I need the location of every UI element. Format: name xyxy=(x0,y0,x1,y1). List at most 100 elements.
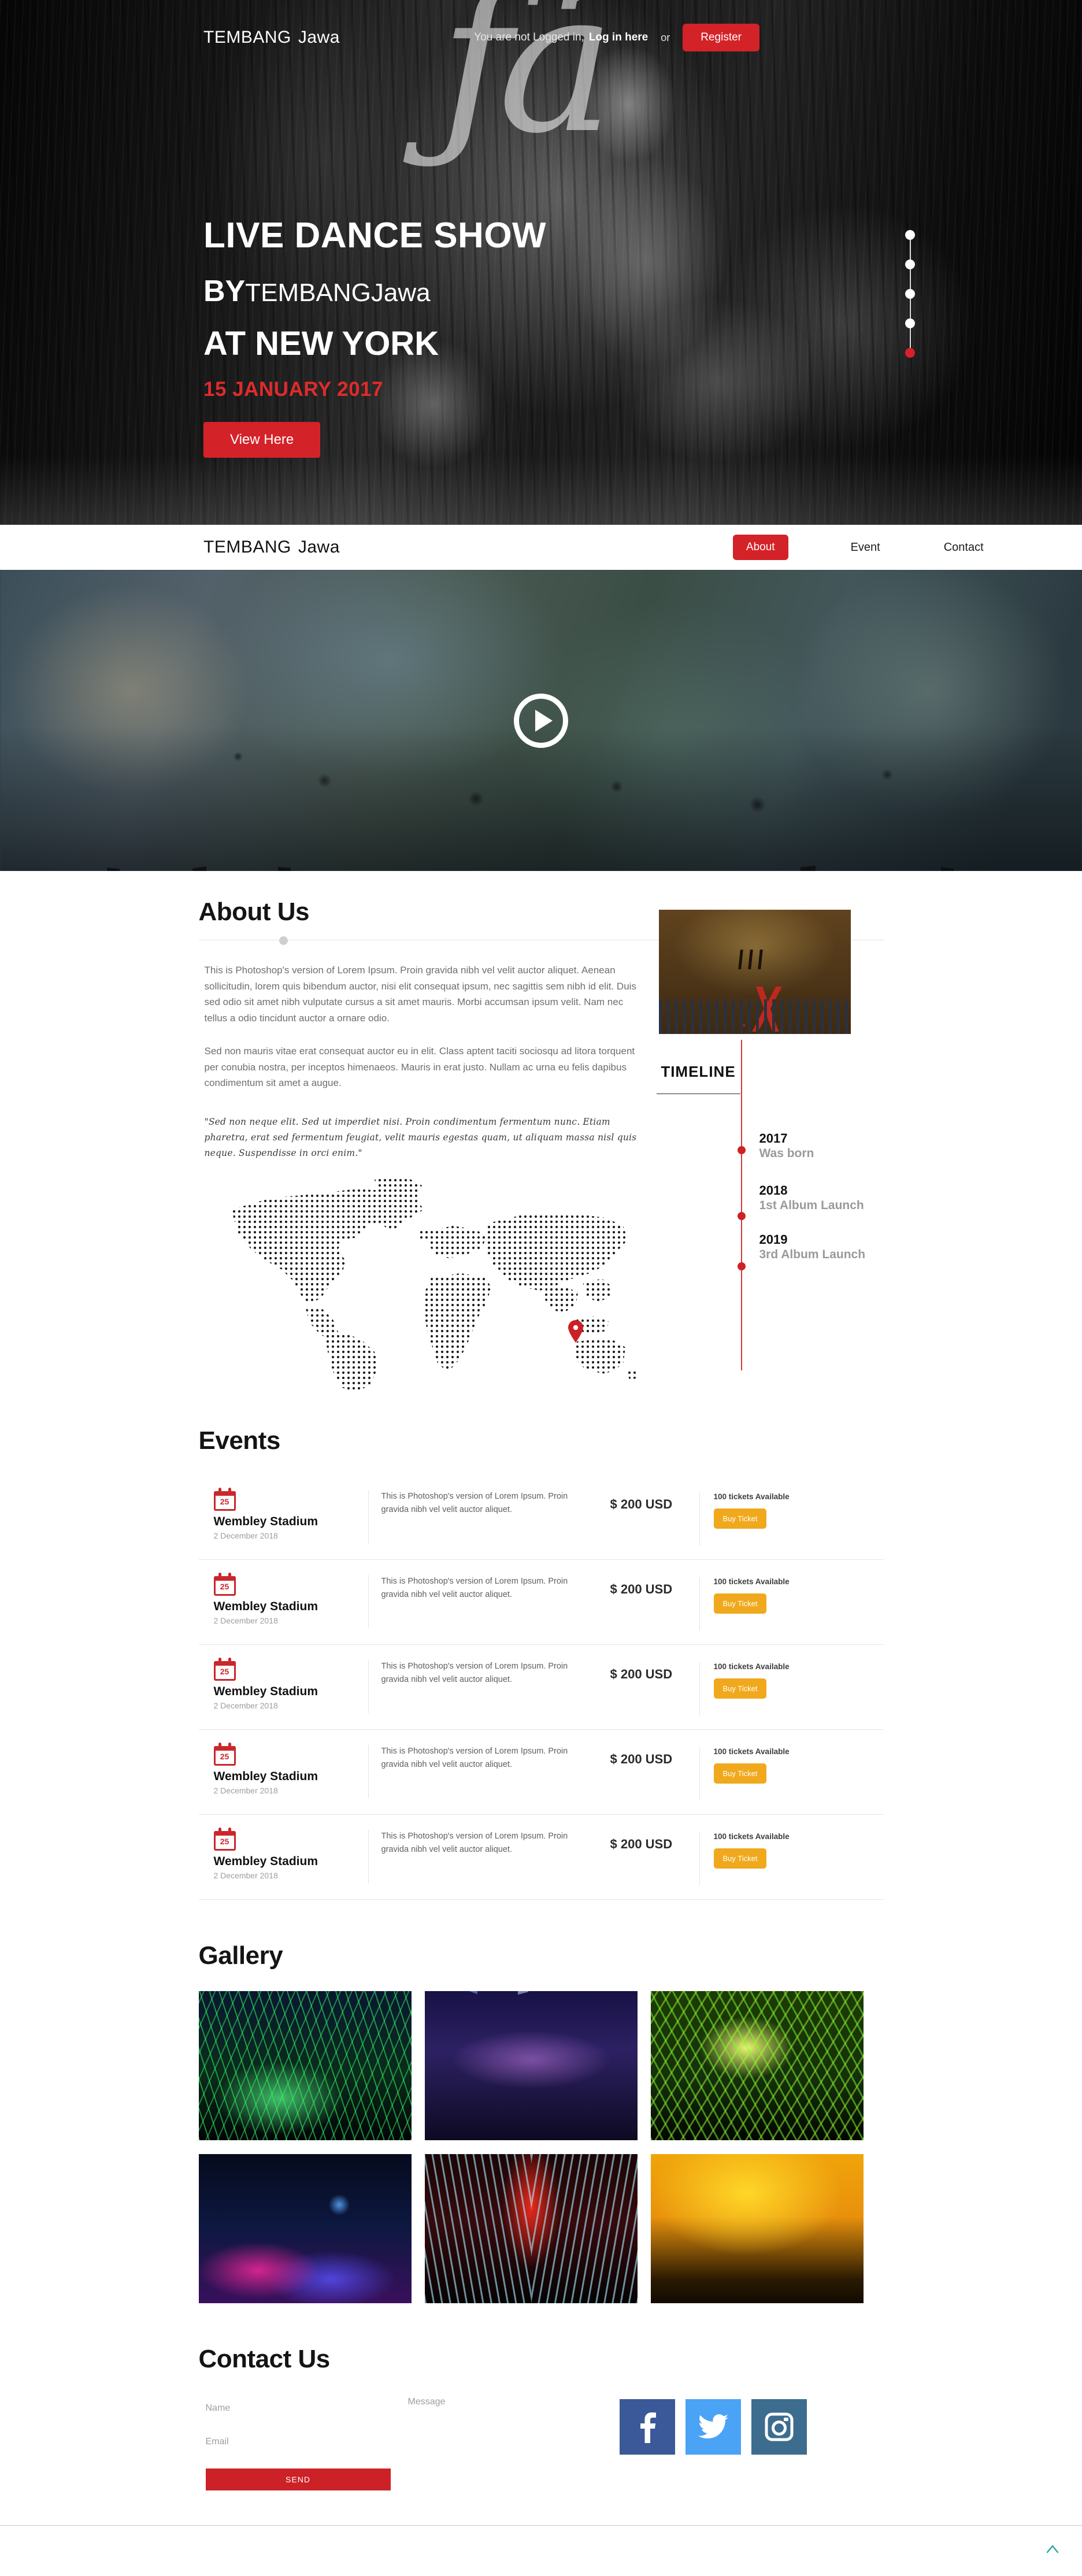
hero-slider-dots[interactable] xyxy=(905,230,915,358)
hero-date: 15 JANUARY 2017 xyxy=(203,378,383,401)
gallery-item[interactable] xyxy=(424,2154,638,2304)
slider-dot-4[interactable] xyxy=(905,318,915,328)
hero-location: AT NEW YORK xyxy=(203,325,439,363)
calendar-day-number: 25 xyxy=(220,1837,229,1847)
event-tickets-cell: 100 tickets Available Buy Ticket xyxy=(699,1662,790,1716)
social-links xyxy=(619,2397,807,2490)
timeline-bullet-2018 xyxy=(737,1211,746,1220)
email-input[interactable] xyxy=(205,2430,385,2454)
timeline-label: 1st Album Launch xyxy=(759,1198,864,1212)
buy-ticket-button[interactable]: Buy Ticket xyxy=(713,1508,767,1529)
scroll-to-top-icon[interactable] xyxy=(1045,2542,1060,2557)
gallery-item[interactable] xyxy=(650,1991,864,2141)
facebook-icon xyxy=(640,2412,656,2444)
register-button[interactable]: Register xyxy=(683,24,759,51)
event-description: This is Photoshop's version of Lorem Ips… xyxy=(368,1575,596,1629)
event-row: 25 Wembley Stadium 2 December 2018 This … xyxy=(198,1730,884,1815)
calendar-icon: 25 xyxy=(213,1573,236,1596)
calendar-topband-icon xyxy=(213,1576,236,1581)
slider-dot-2[interactable] xyxy=(905,260,915,269)
contact-form-right xyxy=(394,2397,593,2490)
contact-section: Contact Us SEND xyxy=(199,2303,884,2525)
buy-ticket-button[interactable]: Buy Ticket xyxy=(713,1763,767,1784)
hero-by-brand: TEMBANG xyxy=(245,279,371,307)
gallery-item[interactable] xyxy=(198,2154,412,2304)
play-button-icon[interactable] xyxy=(514,693,568,748)
gallery-grid xyxy=(198,1991,884,2304)
gallery-item[interactable] xyxy=(198,1991,412,2141)
timeline-label: 3rd Album Launch xyxy=(759,1248,866,1262)
timeline-year: 2017 xyxy=(759,1131,788,1146)
event-tickets-cell: 100 tickets Available Buy Ticket xyxy=(699,1747,790,1801)
login-link[interactable]: Log in here xyxy=(589,31,648,44)
calendar-icon: 25 xyxy=(213,1743,236,1766)
event-description: This is Photoshop's version of Lorem Ips… xyxy=(368,1490,596,1544)
buy-ticket-button[interactable]: Buy Ticket xyxy=(713,1593,767,1614)
event-row: 25 Wembley Stadium 2 December 2018 This … xyxy=(198,1815,884,1900)
main-navbar: TEMBANG Jawa About Event Contact xyxy=(0,525,1082,570)
event-tickets-cell: 100 tickets Available Buy Ticket xyxy=(699,1492,790,1546)
timeline-bullet-2017 xyxy=(737,1146,746,1154)
about-section: About Us This is Photoshop's version of … xyxy=(198,871,884,1396)
send-button[interactable]: SEND xyxy=(205,2468,391,2491)
slider-dot-5[interactable] xyxy=(905,348,915,358)
page-content: About Us This is Photoshop's version of … xyxy=(0,871,1082,2526)
hero-copy: LIVE DANCE SHOW BYTEMBANGJawa AT NEW YOR… xyxy=(203,217,546,458)
event-venue-cell: 25 Wembley Stadium 2 December 2018 xyxy=(199,1828,368,1880)
gallery-section: Gallery xyxy=(198,1900,884,2304)
event-date: 2 December 2018 xyxy=(213,1531,278,1541)
facebook-link[interactable] xyxy=(619,2399,675,2455)
calendar-icon: 25 xyxy=(213,1658,236,1681)
event-row: 25 Wembley Stadium 2 December 2018 This … xyxy=(198,1475,884,1561)
navbar-brand-primary: TEMBANG xyxy=(203,538,291,557)
wall-bars-decoration xyxy=(738,949,767,969)
navbar-brand-logo[interactable]: TEMBANG Jawa xyxy=(203,538,340,557)
gallery-item[interactable] xyxy=(650,2154,864,2304)
event-description: This is Photoshop's version of Lorem Ips… xyxy=(368,1745,596,1799)
event-venue-cell: 25 Wembley Stadium 2 December 2018 xyxy=(199,1488,368,1540)
instagram-icon xyxy=(765,2412,793,2441)
video-banner xyxy=(0,570,1082,871)
event-row: 25 Wembley Stadium 2 December 2018 This … xyxy=(198,1645,884,1730)
slider-dot-3[interactable] xyxy=(905,289,915,299)
slider-connector-4 xyxy=(909,328,911,348)
event-venue-name: Wembley Stadium xyxy=(213,1685,318,1699)
instagram-link[interactable] xyxy=(751,2399,807,2455)
event-date: 2 December 2018 xyxy=(213,1786,278,1796)
hero-by-prefix: BY xyxy=(203,275,246,309)
auth-or-text: or xyxy=(661,31,670,43)
navbar-brand-secondary: Jawa xyxy=(298,538,340,557)
nav-item-event[interactable]: Event xyxy=(851,541,880,554)
hero-brand-logo[interactable]: TEMBANG Jawa xyxy=(203,28,340,47)
calendar-icon: 25 xyxy=(213,1488,236,1511)
contact-form-left: SEND xyxy=(205,2397,394,2491)
twitter-link[interactable] xyxy=(685,2399,741,2455)
events-section: Events 25 Wembley Stadium 2 December 201… xyxy=(198,1396,884,1900)
calendar-day-number: 25 xyxy=(220,1752,229,1762)
calendar-day-number: 25 xyxy=(220,1497,229,1507)
buy-ticket-button[interactable]: Buy Ticket xyxy=(713,1848,767,1869)
event-tickets-available: 100 tickets Available xyxy=(713,1492,790,1502)
timeline-bullet-2019 xyxy=(737,1262,746,1271)
slider-connector-1 xyxy=(909,240,911,260)
buy-ticket-button[interactable]: Buy Ticket xyxy=(713,1678,767,1699)
nav-item-about[interactable]: About xyxy=(732,535,788,560)
event-venue-name: Wembley Stadium xyxy=(213,1770,318,1784)
view-here-button[interactable]: View Here xyxy=(203,422,321,458)
name-input[interactable] xyxy=(205,2397,385,2421)
nav-item-contact[interactable]: Contact xyxy=(944,541,984,554)
hero-brand-secondary: Jawa xyxy=(298,28,340,47)
event-venue-name: Wembley Stadium xyxy=(213,1515,318,1529)
slider-dot-1[interactable] xyxy=(905,230,915,240)
event-price: $ 200 USD xyxy=(610,1497,673,1512)
timeline-item: 2019 3rd Album Launch xyxy=(657,1232,888,1271)
about-paragraph-1: This is Photoshop's version of Lorem Ips… xyxy=(204,965,636,1024)
about-photo-bicycle xyxy=(658,910,851,1034)
hero-brand-primary: TEMBANG xyxy=(203,28,291,47)
event-tickets-available: 100 tickets Available xyxy=(713,1747,790,1756)
slider-connector-2 xyxy=(909,269,911,289)
message-textarea[interactable] xyxy=(407,2397,593,2453)
gallery-item[interactable] xyxy=(424,1991,638,2141)
event-tickets-available: 100 tickets Available xyxy=(713,1577,790,1587)
timeline-year: 2019 xyxy=(759,1232,788,1247)
